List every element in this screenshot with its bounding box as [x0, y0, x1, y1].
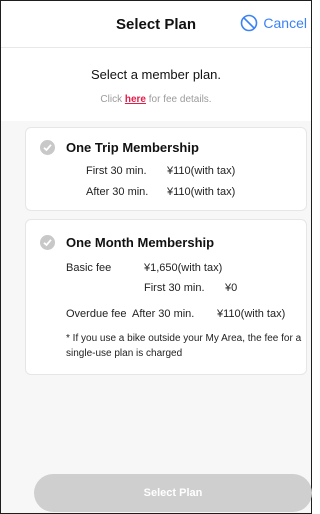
basic-fee-label: Basic fee — [66, 262, 112, 274]
cancel-button[interactable]: Cancel — [240, 14, 307, 32]
first-period-label: First 30 min. — [144, 282, 205, 294]
intro-section: Select a member plan. Click here for fee… — [1, 48, 311, 121]
overdue-fee-value: ¥110(with tax) — [217, 308, 286, 320]
plan-name: One Trip Membership — [66, 140, 199, 155]
cancel-label: Cancel — [263, 15, 307, 31]
select-plan-button[interactable]: Select Plan — [34, 474, 312, 512]
fee-details-text: Click here for fee details. — [1, 94, 311, 105]
plan-row-label: First 30 min. — [86, 165, 147, 177]
plan-row-value: ¥110(with tax) — [167, 165, 236, 177]
plan-radio-check-icon[interactable] — [40, 235, 55, 250]
plan-row-value: ¥110(with tax) — [167, 186, 236, 198]
app-frame: Select Plan Cancel Select a member plan.… — [0, 0, 312, 514]
first-period-value: ¥0 — [225, 282, 238, 294]
fee-details-prefix: Click — [100, 94, 125, 105]
header-bar: Select Plan Cancel — [1, 1, 311, 48]
overdue-period-label: After 30 min. — [132, 308, 195, 320]
plan-note: * If you use a bike outside your My Area… — [66, 333, 302, 359]
intro-title: Select a member plan. — [90, 67, 222, 82]
plan-card-one-trip[interactable]: One Trip Membership First 30 min. ¥110(w… — [25, 127, 307, 211]
fee-details-suffix: for fee details. — [145, 94, 212, 105]
plan-row-label: After 30 min. — [86, 186, 149, 198]
plan-radio-check-icon[interactable] — [40, 140, 55, 155]
plan-name: One Month Membership — [66, 235, 215, 250]
fee-details-link[interactable]: here — [125, 94, 146, 105]
overdue-fee-label: Overdue fee — [66, 308, 127, 320]
cancel-icon — [241, 14, 258, 32]
basic-fee-value: ¥1,650(with tax) — [144, 262, 223, 274]
plan-card-one-month[interactable]: One Month Membership Basic fee ¥1,650(wi… — [25, 219, 307, 375]
